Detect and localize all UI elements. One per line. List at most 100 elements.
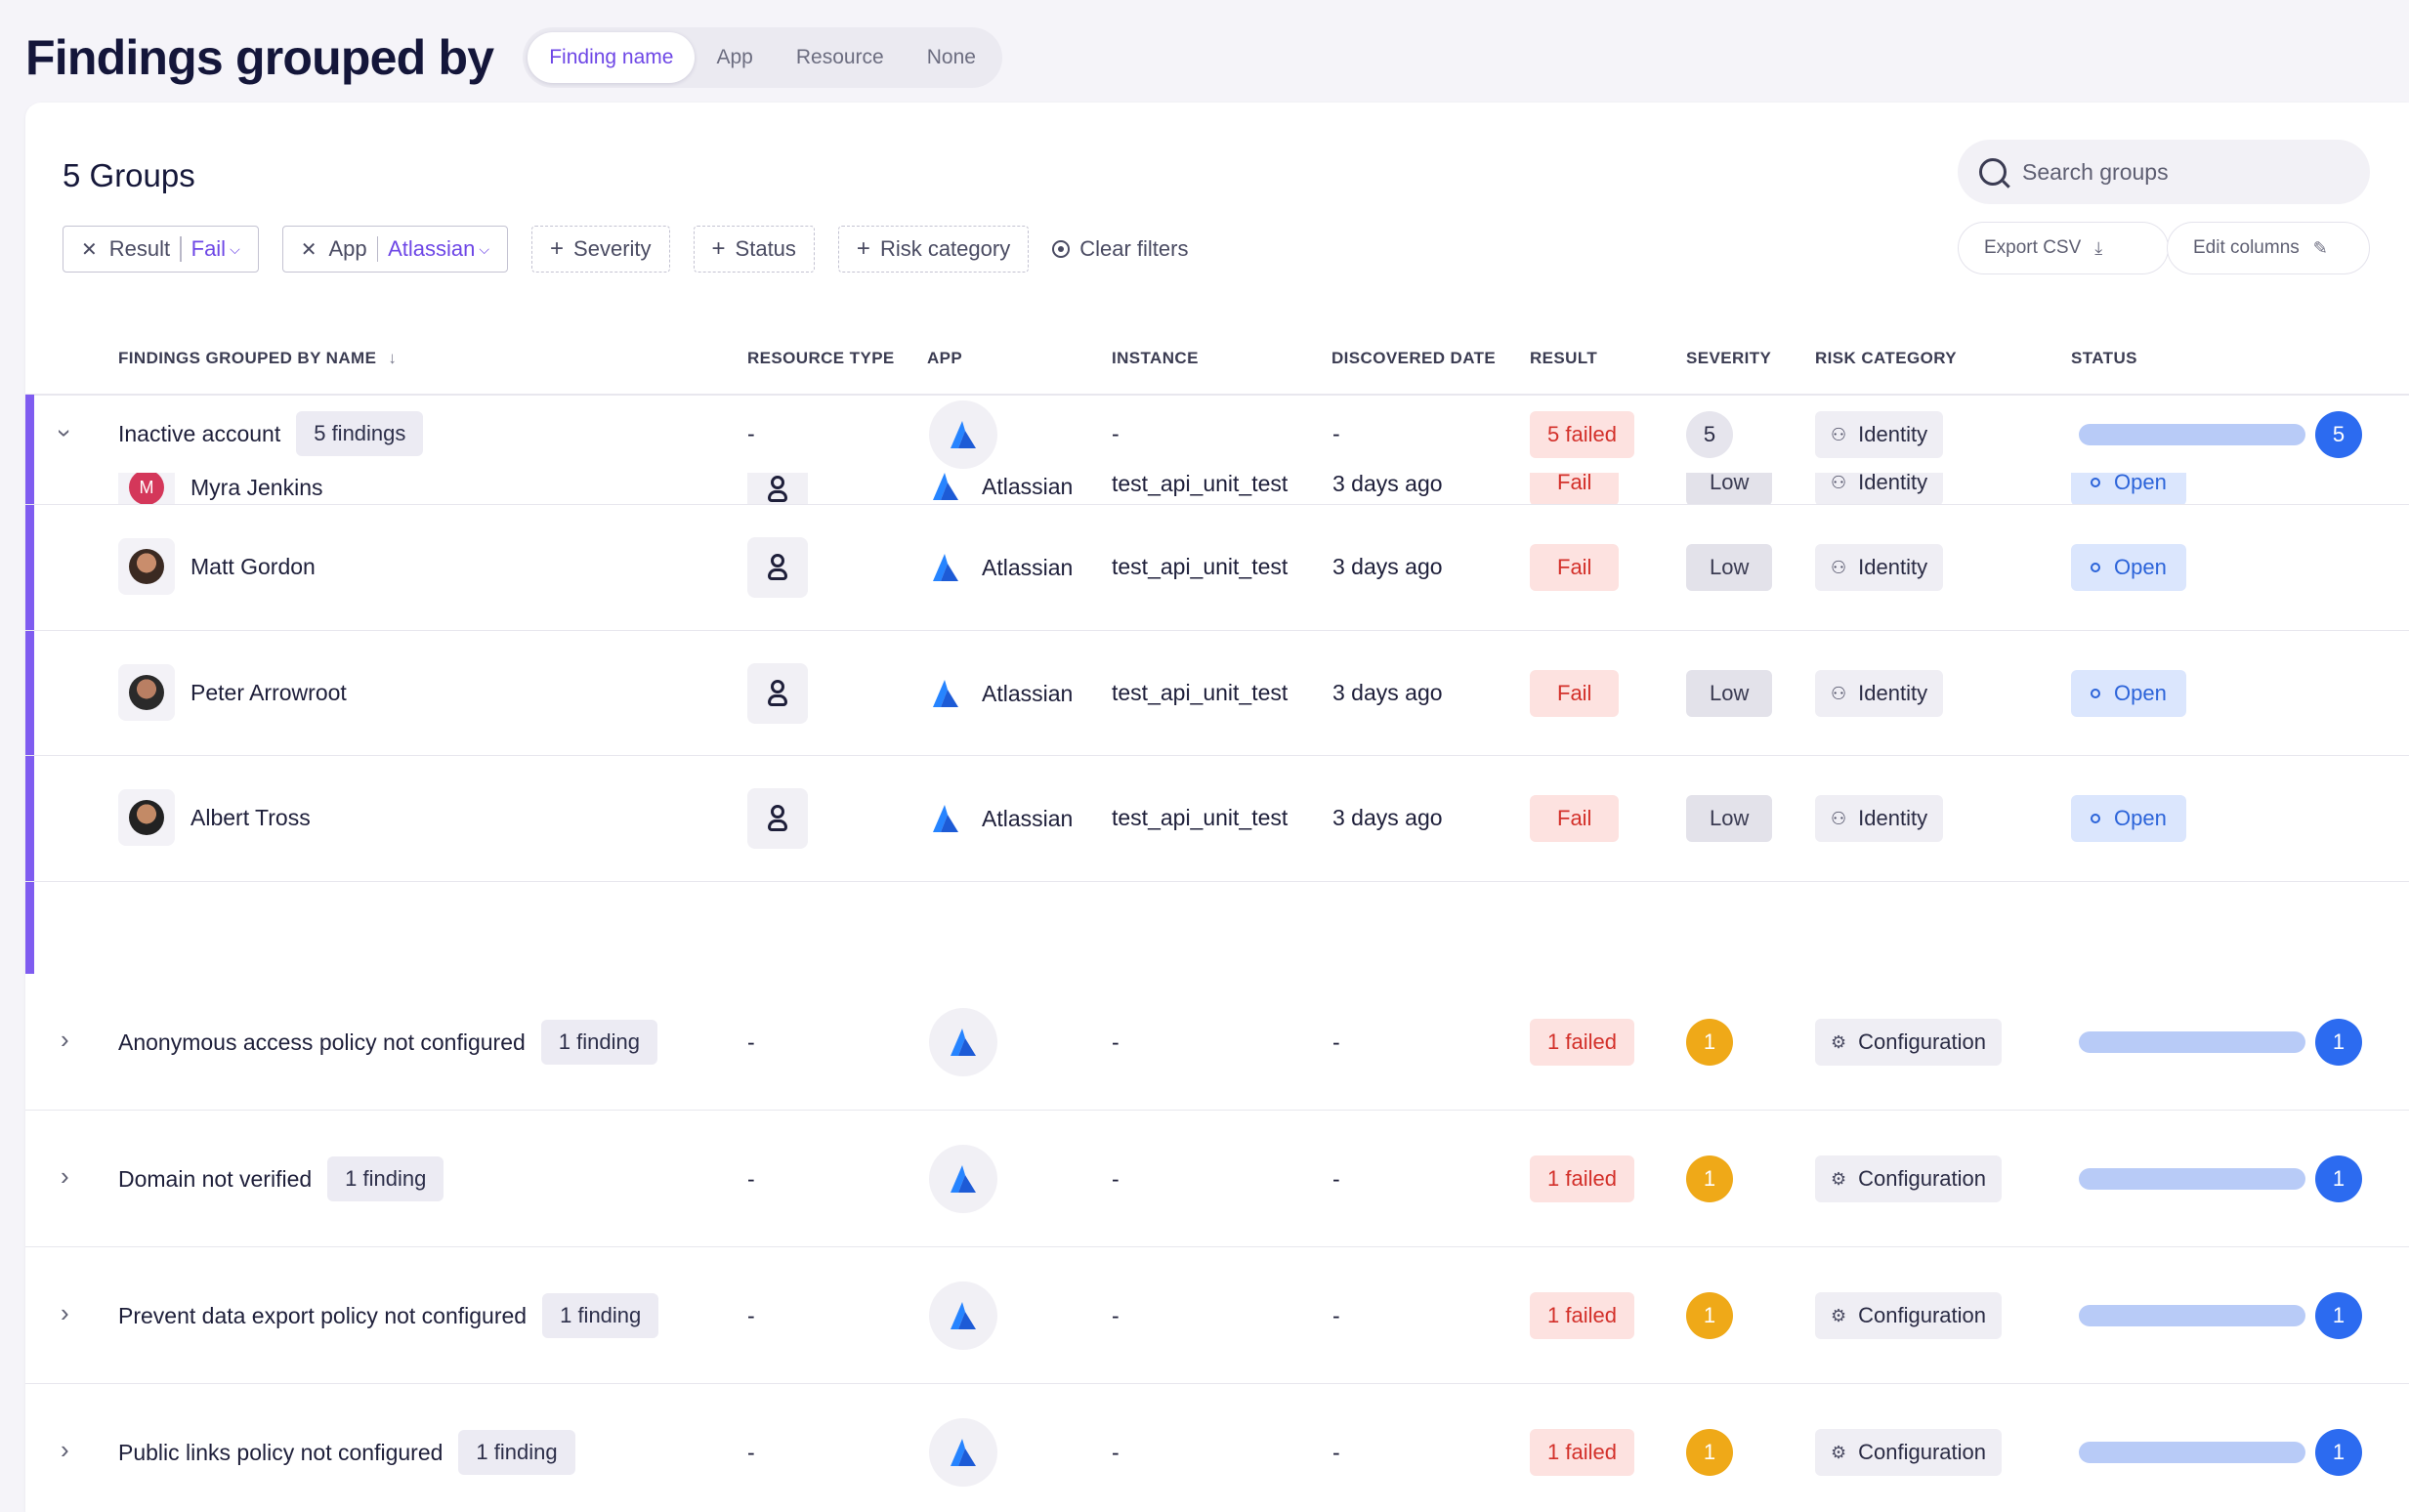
discovered-date: 3 days ago (1332, 473, 1443, 496)
user-resource-icon (747, 473, 808, 504)
page-header: Findings grouped by Finding name App Res… (25, 23, 1002, 92)
column-header-risk-category[interactable]: RISK CATEGORY (1815, 349, 1957, 368)
app-name: Atlassian (982, 805, 1074, 831)
column-header-instance[interactable]: INSTANCE (1112, 349, 1199, 368)
instance: - (1112, 421, 1120, 446)
chevron-right-icon[interactable]: › (61, 1298, 69, 1328)
user-resource-icon (747, 537, 808, 598)
atlassian-logo-icon (929, 400, 997, 469)
group-by-app[interactable]: App (695, 32, 774, 83)
severity-count: 5 (1686, 411, 1733, 458)
edit-columns-button[interactable]: Edit columns ✎ (2167, 222, 2370, 274)
group-row[interactable]: › Domain not verified 1 finding - - - 1 … (25, 1111, 2409, 1247)
clear-filters-button[interactable]: Clear filters (1052, 236, 1188, 262)
chevron-right-icon[interactable]: › (61, 1025, 69, 1055)
pencil-icon: ✎ (2312, 237, 2328, 258)
column-header-discovered-date[interactable]: DISCOVERED DATE (1331, 349, 1496, 368)
avatar (118, 789, 175, 846)
severity-count: 1 (1686, 1155, 1733, 1202)
group-row-inactive-account[interactable]: › Inactive account 5 findings - - - 5 fa… (25, 395, 2409, 473)
result-badge: Fail (1530, 473, 1620, 504)
group-name: Anonymous access policy not configured (118, 1029, 526, 1055)
finding-row[interactable]: Albert Tross Atlassian test_api_unit_tes… (25, 756, 2409, 882)
add-filter-risk-category[interactable]: + Risk category (837, 226, 1030, 273)
add-filter-status[interactable]: + Status (693, 226, 815, 273)
result-badge: 1 failed (1530, 1155, 1634, 1202)
groups-count: 5 Groups (63, 157, 195, 193)
risk-category-badge: ⚇ Identity (1815, 411, 1944, 458)
result-badge: Fail (1530, 544, 1620, 591)
export-csv-button[interactable]: Export CSV ⤓ (1958, 222, 2169, 274)
finding-count-badge: 1 finding (327, 1156, 444, 1201)
severity-badge: Low (1686, 795, 1773, 842)
atlassian-logo-icon (933, 805, 958, 832)
severity-count: 1 (1686, 1019, 1733, 1066)
user-resource-icon (747, 788, 808, 849)
filter-value: Atlassian (388, 236, 476, 261)
search-box[interactable] (1958, 140, 2370, 204)
risk-category-badge: ⚙ Configuration (1815, 1019, 2003, 1066)
group-by-resource[interactable]: Resource (775, 32, 906, 83)
filter-chip-app[interactable]: ✕ App Atlassian ⌵ (281, 226, 509, 273)
finding-name: Peter Arrowroot (190, 679, 347, 705)
group-by-finding-name[interactable]: Finding name (528, 32, 696, 83)
column-header-status[interactable]: STATUS (2071, 349, 2137, 368)
result-badge: 1 failed (1530, 1429, 1634, 1476)
export-csv-label: Export CSV (1984, 237, 2082, 258)
severity-badge: Low (1686, 544, 1773, 591)
column-header-resource-type[interactable]: RESOURCE TYPE (747, 349, 895, 368)
group-by-selector[interactable]: Finding name App Resource None (523, 27, 1002, 88)
close-icon[interactable]: ✕ (301, 237, 317, 262)
finding-row[interactable]: M Myra Jenkins Atlassian test_api_unit_t… (25, 473, 2409, 505)
finding-count-badge: 5 findings (296, 411, 424, 456)
column-header-severity[interactable]: SEVERITY (1686, 349, 1771, 368)
column-header-name[interactable]: FINDINGS GROUPED BY NAME ↓ (118, 349, 397, 368)
chevron-down-icon: ⌵ (479, 240, 490, 257)
finding-row[interactable]: Peter Arrowroot Atlassian test_api_unit_… (25, 631, 2409, 756)
close-icon[interactable]: ✕ (81, 237, 98, 262)
risk-category-badge: ⚇ Identity (1815, 473, 1944, 504)
instance: test_api_unit_test (1112, 805, 1289, 830)
result-badge: 1 failed (1530, 1292, 1634, 1339)
finding-row[interactable]: Matt Gordon Atlassian test_api_unit_test… (25, 505, 2409, 631)
circle-icon (2091, 563, 2100, 572)
column-header-result[interactable]: RESULT (1530, 349, 1597, 368)
gear-icon: ⚙ (1831, 1305, 1847, 1325)
finding-name: Myra Jenkins (190, 474, 323, 500)
instance: test_api_unit_test (1112, 554, 1289, 579)
discovered-date: 3 days ago (1332, 805, 1443, 830)
status-badge: Open (2071, 473, 2186, 504)
column-header-app[interactable]: APP (927, 349, 962, 368)
add-filter-severity[interactable]: + Severity (531, 226, 670, 273)
group-row[interactable]: › Anonymous access policy not configured… (25, 974, 2409, 1111)
gear-icon: ⚙ (1831, 1031, 1847, 1052)
app-name: Atlassian (982, 680, 1074, 706)
filter-chip-result[interactable]: ✕ Result Fail ⌵ (63, 226, 259, 273)
circle-icon (2091, 478, 2100, 487)
instance: - (1112, 1029, 1120, 1055)
group-name: Inactive account (118, 420, 281, 446)
group-row[interactable]: › Prevent data export policy not configu… (25, 1247, 2409, 1384)
arrow-down-icon[interactable]: ↓ (388, 349, 397, 367)
filter-label: Status (735, 236, 796, 261)
instance: - (1112, 1166, 1120, 1192)
severity-count: 1 (1686, 1292, 1733, 1339)
chevron-right-icon[interactable]: › (61, 1161, 69, 1192)
atlassian-logo-icon (929, 1008, 997, 1076)
finding-count-badge: 1 finding (542, 1293, 659, 1338)
group-row[interactable]: › Public links policy not configured 1 f… (25, 1384, 2409, 1512)
search-icon (1979, 158, 2007, 186)
app-name: Atlassian (982, 473, 1074, 499)
search-input[interactable] (2022, 158, 2335, 186)
instance: test_api_unit_test (1112, 473, 1289, 496)
app-name: Atlassian (982, 554, 1074, 580)
edit-columns-label: Edit columns (2193, 237, 2300, 258)
discovered-date: 3 days ago (1332, 554, 1443, 579)
chevron-right-icon[interactable]: › (61, 1435, 69, 1465)
group-by-none[interactable]: None (906, 32, 997, 83)
clear-filters-label: Clear filters (1079, 236, 1189, 261)
resource-type: - (747, 1440, 755, 1465)
risk-category-badge: ⚙ Configuration (1815, 1292, 2003, 1339)
chevron-down-icon[interactable]: › (50, 429, 80, 438)
atlassian-logo-icon (929, 1418, 997, 1487)
